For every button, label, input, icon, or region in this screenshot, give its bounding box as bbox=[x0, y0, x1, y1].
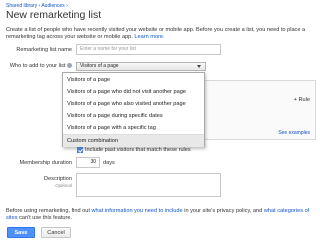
dropdown-option-specific-dates[interactable]: Visitors of a page during specific dates bbox=[63, 110, 204, 122]
who-to-add-label: Who to add to your list bbox=[4, 63, 72, 69]
dropdown-option-also-visited-another[interactable]: Visitors of a page who also visited anot… bbox=[63, 98, 204, 110]
help-icon[interactable] bbox=[67, 63, 72, 69]
description-label: Description bbox=[44, 176, 72, 182]
save-button[interactable]: Save bbox=[7, 227, 35, 238]
cancel-button[interactable]: Cancel bbox=[41, 227, 71, 238]
who-to-add-text: Who to add to your list bbox=[9, 63, 66, 69]
membership-unit: days bbox=[103, 160, 115, 166]
chevron-down-icon bbox=[197, 65, 201, 68]
see-examples-link[interactable]: See examples bbox=[278, 130, 310, 136]
list-name-label: Remarketing list name bbox=[16, 47, 72, 53]
dropdown-option-specific-tag[interactable]: Visitors of a page with a specific tag bbox=[63, 122, 204, 134]
intro-text: Create a list of people who have recentl… bbox=[6, 27, 316, 42]
include-past-checkbox[interactable] bbox=[77, 147, 83, 153]
dropdown-option-visitors-of-page[interactable]: Visitors of a page bbox=[63, 74, 204, 86]
dropdown-option-custom-combination[interactable]: Custom combination bbox=[63, 135, 204, 147]
who-to-add-select[interactable]: Visitors of a page bbox=[76, 62, 206, 71]
who-to-add-dropdown: Visitors of a page Visitors of a page wh… bbox=[62, 72, 205, 147]
footer-text-after: can't use this feature. bbox=[19, 215, 73, 222]
membership-duration-input[interactable]: 30 bbox=[76, 157, 100, 168]
checkmark-icon bbox=[78, 147, 83, 152]
list-name-input[interactable]: Enter a name for your list bbox=[76, 44, 221, 55]
learn-more-link[interactable]: Learn more. bbox=[134, 34, 164, 40]
description-optional: Optional bbox=[55, 183, 72, 188]
footer-text-middle: in your site's privacy policy, and bbox=[184, 208, 263, 214]
footer-text-before: Before using remarketing, find out bbox=[6, 208, 90, 214]
dropdown-option-did-not-visit-another[interactable]: Visitors of a page who did not visit ano… bbox=[63, 86, 204, 98]
privacy-info-link[interactable]: what information you need to include bbox=[92, 208, 183, 214]
include-past-label: Include past visitors that match these r… bbox=[85, 147, 191, 153]
add-rule-button[interactable]: + Rule bbox=[294, 97, 310, 103]
footer-text: Before using remarketing, find out what … bbox=[6, 208, 316, 223]
page-title: New remarketing list bbox=[6, 9, 102, 21]
membership-duration-label: Membership duration bbox=[19, 160, 72, 166]
description-textarea[interactable] bbox=[76, 173, 221, 197]
who-to-add-selected: Visitors of a page bbox=[80, 63, 119, 69]
